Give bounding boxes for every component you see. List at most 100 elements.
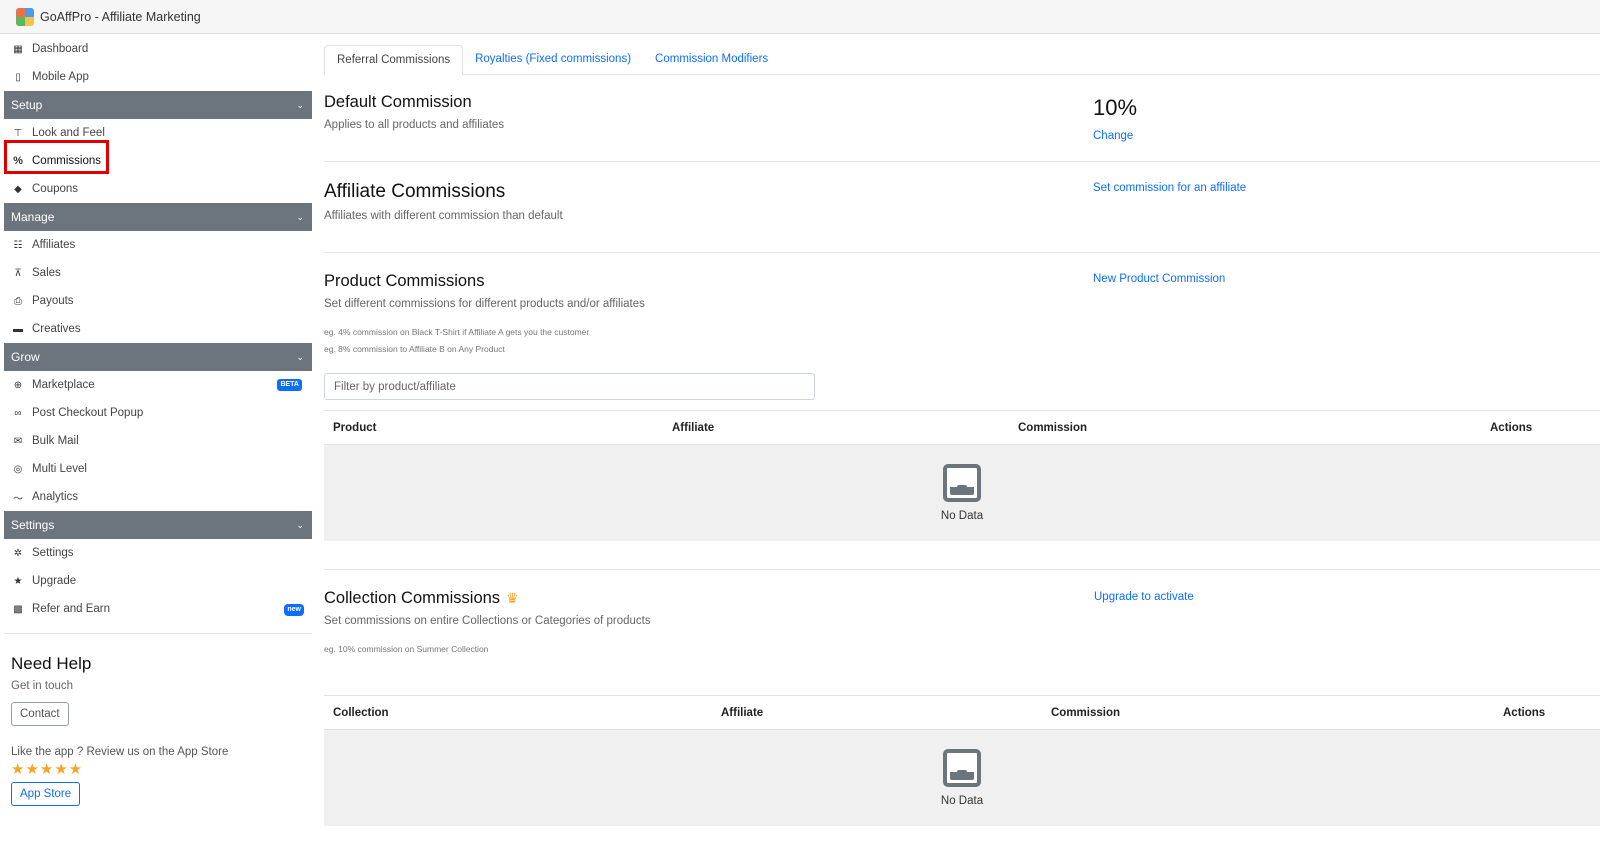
sidebar-item-marketplace[interactable]: ⊕ Marketplace BETA — [4, 371, 312, 399]
sidebar-item-label: Sales — [32, 267, 61, 279]
section-label: Setup — [11, 98, 43, 112]
column-header-affiliate[interactable]: Affiliate — [721, 707, 763, 719]
filter-product-affiliate-input[interactable] — [324, 373, 815, 400]
star-icon: ★ — [13, 575, 23, 587]
sidebar-item-mobile-app[interactable]: ▯ Mobile App — [4, 63, 312, 91]
tab-referral-commissions[interactable]: Referral Commissions — [324, 45, 464, 75]
section-header-settings[interactable]: Settings ⌄ — [4, 511, 312, 539]
inbox-icon — [943, 749, 981, 787]
sidebar-item-sales[interactable]: ⊼ Sales — [4, 259, 312, 287]
sidebar: ▦ Dashboard ▯ Mobile App Setup ⌄ ⊤ Look … — [4, 35, 312, 843]
chevron-down-icon: ⌄ — [296, 99, 304, 110]
commission-tabs: Referral Commissions Royalties (Fixed co… — [324, 45, 1600, 75]
affiliate-commissions-section: Affiliate Commissions Affiliates with di… — [324, 181, 1600, 222]
column-header-product[interactable]: Product — [333, 422, 376, 434]
globe-icon: ⊕ — [13, 379, 23, 391]
sidebar-item-label: Look and Feel — [32, 127, 105, 139]
tab-commission-modifiers[interactable]: Commission Modifiers — [643, 45, 780, 75]
no-data-text: No Data — [940, 795, 984, 807]
product-table-empty: No Data — [324, 445, 1600, 541]
rating-stars: ★★★★★ — [11, 761, 84, 778]
new-product-commission-link[interactable]: New Product Commission — [1093, 273, 1225, 285]
collection-commissions-title: Collection Commissions — [324, 589, 501, 607]
collection-example: eg. 10% commission on Summer Collection — [324, 644, 489, 654]
image-icon: ▬ — [13, 323, 23, 335]
help-title: Need Help — [11, 654, 92, 673]
help-subtitle: Get in touch — [11, 680, 74, 692]
new-badge: new — [284, 604, 304, 616]
set-affiliate-commission-link[interactable]: Set commission for an affiliate — [1093, 182, 1246, 194]
paint-roller-icon: ⊤ — [13, 127, 23, 139]
divider — [324, 252, 1600, 253]
sidebar-item-label: Payouts — [32, 295, 74, 307]
section-header-setup[interactable]: Setup ⌄ — [4, 91, 312, 119]
sidebar-item-coupons[interactable]: ◆ Coupons — [4, 175, 312, 203]
change-commission-link[interactable]: Change — [1093, 130, 1137, 142]
column-header-collection[interactable]: Collection — [333, 707, 389, 719]
affiliate-commissions-desc: Affiliates with different commission tha… — [324, 210, 563, 222]
divider — [324, 161, 1600, 162]
envelope-icon: ✉ — [13, 435, 23, 447]
sidebar-item-label: Creatives — [32, 323, 81, 335]
column-header-affiliate[interactable]: Affiliate — [672, 422, 714, 434]
product-table-header: Product Affiliate Commission Actions — [324, 410, 1600, 445]
sidebar-item-analytics[interactable]: 〜 Analytics — [4, 483, 312, 511]
section-header-grow[interactable]: Grow ⌄ — [4, 343, 312, 371]
sidebar-item-multi-level[interactable]: ◎ Multi Level — [4, 455, 312, 483]
affiliate-commissions-title: Affiliate Commissions — [324, 181, 506, 202]
app-store-button[interactable]: App Store — [11, 782, 81, 806]
sidebar-item-refer-and-earn[interactable]: ▩ Refer and Earn new — [4, 595, 312, 623]
dashboard-icon: ▦ — [13, 43, 23, 55]
collection-table-empty: No Data — [324, 730, 1600, 826]
tags-icon: ◆ — [14, 183, 22, 195]
sidebar-item-settings[interactable]: ✲ Settings — [4, 539, 312, 567]
sidebar-item-label: Bulk Mail — [32, 435, 79, 447]
column-header-commission[interactable]: Commission — [1018, 422, 1087, 434]
sidebar-item-bulk-mail[interactable]: ✉ Bulk Mail — [4, 427, 312, 455]
sidebar-item-label: Commissions — [32, 155, 102, 167]
product-example-1: eg. 4% commission on Black T-Shirt if Af… — [324, 327, 590, 337]
layers-icon: ◎ — [13, 463, 23, 475]
link-icon: ∞ — [14, 407, 22, 419]
sidebar-item-label: Analytics — [32, 491, 79, 503]
collection-commissions-desc: Set commissions on entire Collections or… — [324, 615, 651, 627]
sidebar-item-creatives[interactable]: ▬ Creatives — [4, 315, 312, 343]
sidebar-item-label: Marketplace — [32, 379, 95, 391]
sidebar-item-upgrade[interactable]: ★ Upgrade — [4, 567, 312, 595]
gear-icon: ✲ — [13, 547, 23, 559]
tab-royalties[interactable]: Royalties (Fixed commissions) — [463, 45, 643, 75]
sidebar-item-label: Multi Level — [32, 463, 87, 475]
section-label: Manage — [11, 210, 55, 224]
section-label: Settings — [11, 518, 55, 532]
main-content: Referral Commissions Royalties (Fixed co… — [324, 35, 1600, 843]
sidebar-item-label: Affiliates — [32, 239, 76, 251]
product-example-2: eg. 8% commission to Affiliate B on Any … — [324, 344, 505, 354]
sidebar-item-look-and-feel[interactable]: ⊤ Look and Feel — [4, 119, 312, 147]
sidebar-item-label: Refer and Earn — [32, 603, 110, 615]
product-commissions-title: Product Commissions — [324, 272, 485, 290]
sidebar-item-affiliates[interactable]: ☷ Affiliates — [4, 231, 312, 259]
divider — [324, 569, 1600, 570]
sidebar-item-label: Post Checkout Popup — [32, 407, 144, 419]
printer-icon: ⎙ — [14, 295, 22, 307]
sidebar-item-label: Coupons — [32, 183, 79, 195]
upgrade-to-activate-link[interactable]: Upgrade to activate — [1094, 591, 1194, 603]
mobile-icon: ▯ — [15, 71, 21, 83]
default-commission-value: 10% — [1093, 95, 1138, 120]
column-header-commission[interactable]: Commission — [1051, 707, 1120, 719]
sidebar-item-payouts[interactable]: ⎙ Payouts — [4, 287, 312, 315]
sidebar-item-dashboard[interactable]: ▦ Dashboard — [4, 35, 312, 63]
chevron-down-icon: ⌄ — [296, 211, 304, 222]
section-header-manage[interactable]: Manage ⌄ — [4, 203, 312, 231]
line-chart-icon: 〜 — [13, 493, 23, 505]
app-logo-icon — [16, 7, 34, 26]
crown-icon: ♛ — [506, 590, 519, 606]
sidebar-item-commissions[interactable]: % Commissions — [4, 147, 312, 175]
review-text: Like the app ? Review us on the App Stor… — [11, 746, 229, 758]
cart-icon: ⊼ — [14, 267, 22, 279]
inbox-icon — [943, 464, 981, 502]
sidebar-item-post-checkout-popup[interactable]: ∞ Post Checkout Popup — [4, 399, 312, 427]
percent-icon: % — [13, 155, 23, 167]
sidebar-item-label: Settings — [32, 547, 74, 559]
contact-button[interactable]: Contact — [11, 702, 69, 726]
